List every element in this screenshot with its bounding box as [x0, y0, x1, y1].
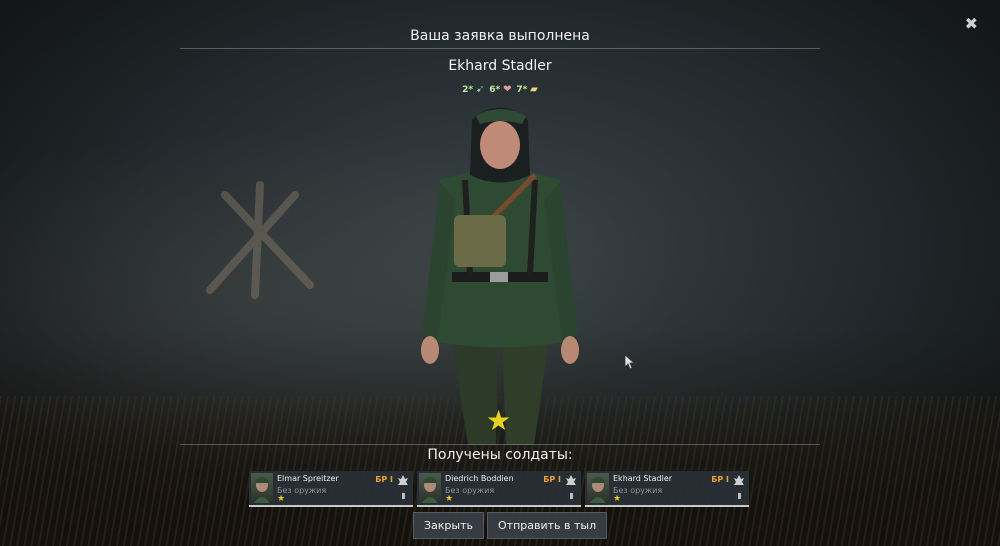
received-soldiers-label: Получены солдаты:	[427, 447, 573, 463]
soldier-card[interactable]: Ekhard Stadler Без оружия ★ БР I	[585, 471, 749, 507]
rank-star-icon: ★	[277, 494, 286, 504]
soldier-card-name: Diedrich Boddien	[445, 474, 514, 483]
rifleman-icon	[566, 475, 576, 485]
agility-icon: ➹	[475, 84, 485, 95]
ammo-icon: ▰	[530, 84, 538, 95]
heart-icon: ❤	[503, 84, 512, 95]
rank-star-icon: ★	[486, 404, 512, 437]
czech-hedgehog-silhouette	[206, 181, 314, 299]
soldier-card-name: Ekhard Stadler	[613, 474, 673, 483]
received-soldiers-list: Elmar Spreitzer Без оружия ★ БР I Diedri…	[249, 471, 749, 507]
soldier-card-name: Elmar Spreitzer	[277, 474, 339, 483]
rifleman-icon	[734, 475, 744, 485]
rank-star-icon: ★	[445, 494, 454, 504]
soldier-name: Ekhard Stadler	[448, 58, 552, 74]
soldier-stats: 2* ➹ 6* ❤ 7* ▰	[0, 84, 1000, 95]
rifleman-icon	[398, 475, 408, 485]
soldier-card[interactable]: Diedrich Boddien Без оружия ★ БР I	[417, 471, 581, 507]
rank-star-icon: ★	[613, 494, 622, 504]
stat-health: 6* ❤	[489, 84, 512, 95]
card-indicator	[402, 493, 405, 499]
stat-ammo: 7* ▰	[516, 84, 538, 95]
close-icon[interactable]: ✖	[965, 14, 978, 33]
soldier-model	[421, 107, 579, 445]
battle-rating-badge: БР I	[375, 475, 393, 484]
soldier-card[interactable]: Elmar Spreitzer Без оружия ★ БР I	[249, 471, 413, 507]
soldier-portrait	[419, 473, 441, 503]
mouse-cursor-icon	[624, 354, 636, 370]
battle-rating-badge: БР I	[543, 475, 561, 484]
page-title: Ваша заявка выполнена	[410, 28, 590, 44]
divider-top	[180, 48, 820, 49]
send-to-rear-button[interactable]: Отправить в тыл	[487, 512, 608, 539]
card-indicator	[570, 493, 573, 499]
soldier-portrait	[587, 473, 609, 503]
card-indicator	[738, 493, 741, 499]
stat-agility: 2* ➹	[462, 84, 485, 95]
action-buttons: Закрыть Отправить в тыл	[413, 512, 608, 539]
close-button[interactable]: Закрыть	[413, 512, 484, 539]
divider-bottom	[180, 444, 820, 445]
battle-rating-badge: БР I	[711, 475, 729, 484]
soldier-portrait	[251, 473, 273, 503]
